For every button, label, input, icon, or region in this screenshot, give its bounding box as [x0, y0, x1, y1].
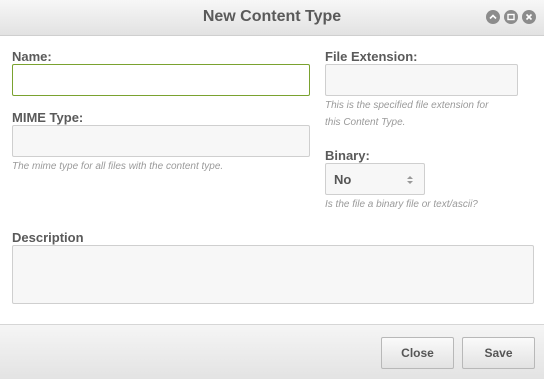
dialog-titlebar[interactable]: New Content Type — [0, 0, 544, 36]
binary-select[interactable]: No — [325, 163, 425, 195]
file-extension-input[interactable] — [325, 64, 518, 96]
name-label: Name: — [12, 49, 52, 64]
file-extension-hint: This is the specified file extension for… — [325, 97, 488, 131]
select-arrows-icon — [406, 173, 414, 185]
name-input[interactable] — [12, 64, 310, 96]
description-label: Description — [12, 230, 84, 245]
chevron-up-icon[interactable] — [486, 10, 500, 24]
binary-label: Binary: — [325, 148, 370, 163]
mime-type-hint: The mime type for all files with the con… — [12, 161, 224, 172]
description-textarea[interactable] — [12, 245, 534, 304]
mime-type-label: MIME Type: — [12, 110, 84, 125]
mime-type-input[interactable] — [12, 125, 310, 157]
new-content-type-dialog: New Content Type Name: MIME Type: The mi… — [0, 0, 544, 379]
maximize-icon[interactable] — [504, 10, 518, 24]
binary-select-value: No — [334, 172, 352, 187]
file-extension-hint-line2: this Content Type. — [325, 117, 406, 128]
dialog-footer: Close Save — [0, 324, 544, 379]
file-extension-label: File Extension: — [325, 49, 418, 64]
dialog-title: New Content Type — [202, 8, 342, 25]
save-button[interactable]: Save — [462, 337, 535, 369]
file-extension-hint-line1: This is the specified file extension for — [325, 100, 489, 111]
close-button[interactable]: Close — [381, 337, 454, 369]
close-icon[interactable] — [522, 10, 536, 24]
binary-hint: Is the file a binary file or text/ascii? — [325, 199, 478, 210]
